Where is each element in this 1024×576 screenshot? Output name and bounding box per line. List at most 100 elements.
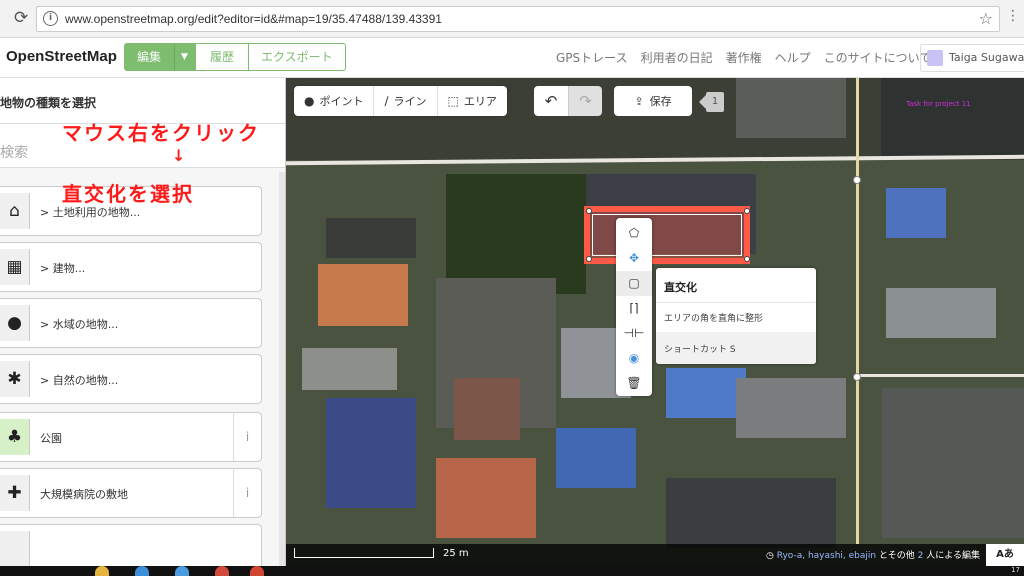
upload-icon: ⇪ — [634, 94, 644, 108]
tooltip-description: エリアの角を直角に整形 — [664, 314, 764, 324]
edit-button-group: 編集 ▼ 履歴 エクスポート — [124, 43, 346, 71]
about-link[interactable]: このサイトについて — [824, 49, 932, 66]
park-icon: ♣ — [0, 419, 30, 455]
move-icon[interactable]: ✥ — [616, 246, 652, 271]
export-button[interactable]: エクスポート — [248, 43, 346, 71]
task-label: Task for project 11 — [906, 100, 971, 108]
point-icon: ● — [304, 94, 315, 108]
clock-icon: ◷ — [766, 551, 777, 561]
area-icon: ⬚ — [447, 94, 459, 108]
reflect-short-icon[interactable]: ⊣⊢ — [616, 321, 652, 346]
info-icon[interactable]: i — [43, 11, 58, 26]
address-bar[interactable]: i www.openstreetmap.org/edit?editor=id&#… — [36, 6, 1000, 32]
edit-count-badge: 1 — [699, 92, 724, 112]
user-diaries-link[interactable]: 利用者の日記 — [641, 49, 713, 66]
tooltip-shortcut: ショートカット S — [664, 345, 736, 355]
preset-info-button[interactable]: i — [233, 413, 261, 461]
browser-toolbar: ⟳ i www.openstreetmap.org/edit?editor=id… — [0, 0, 1024, 38]
context-menu: ⬠ ✥ ▢ ⌈⌉ ⊣⊢ ◉ 🗑 — [616, 218, 652, 396]
contributors: ◷ Ryo-a, hayashi, ebajin とその他 2 人による編集 — [766, 548, 980, 561]
vertex[interactable] — [586, 256, 592, 262]
undo-button[interactable]: ↶ — [534, 86, 568, 116]
chrome-icon[interactable] — [215, 566, 229, 576]
history-button[interactable]: 履歴 — [194, 43, 249, 71]
help-link[interactable]: ヘルプ — [775, 49, 811, 66]
copyright-link[interactable]: 著作権 — [726, 49, 762, 66]
landuse-icon: ⌂ — [0, 193, 30, 229]
user-menu[interactable]: Taiga Sugawar — [920, 44, 1024, 72]
preset-info-button[interactable]: i — [233, 469, 261, 517]
delete-icon[interactable]: 🗑 — [616, 371, 652, 396]
language-indicator[interactable]: Aあ — [986, 544, 1024, 566]
preset-partial[interactable] — [0, 524, 262, 566]
os-taskbar: 17 — [0, 566, 1024, 576]
selected-building[interactable] — [584, 206, 750, 264]
gps-traces-link[interactable]: GPSトレース — [556, 49, 628, 66]
circularize-icon[interactable]: ⬠ — [616, 221, 652, 246]
tooltip-divider — [656, 302, 816, 303]
vertex[interactable] — [744, 208, 750, 214]
annotation-arrow: ↓ — [172, 146, 186, 165]
preset-natural[interactable]: ✱ > 自然の地物... — [0, 354, 262, 404]
ie-icon[interactable] — [135, 566, 149, 576]
tooltip-title: 直交化 — [664, 281, 697, 294]
map-canvas[interactable]: ● ポイント ∕ ライン ⬚ エリア ↶ ↷ ⇪ 保存 1 Task for proj… — [286, 78, 1024, 566]
header-links: GPSトレース 利用者の日記 著作権 ヘルプ このサイトについて — [556, 49, 931, 66]
edit-button[interactable]: 編集 — [124, 43, 175, 71]
site-logo[interactable]: OpenStreetMap — [6, 48, 117, 65]
preset-label: > 水域の地物... — [40, 318, 119, 331]
vertex[interactable] — [744, 256, 750, 262]
draw-toolbar: ● ポイント ∕ ライン ⬚ エリア — [294, 86, 507, 116]
line-icon: ∕ — [384, 94, 389, 108]
add-area-button[interactable]: ⬚ エリア — [438, 86, 507, 116]
user-name: Taiga Sugawar — [949, 51, 1024, 64]
preset-icon — [0, 531, 30, 566]
water-icon: ● — [0, 305, 30, 341]
reflect-long-icon[interactable]: ⌈⌉ — [616, 296, 652, 321]
reload-icon[interactable]: ⟳ — [14, 8, 28, 28]
rotate-icon[interactable]: ◉ — [616, 346, 652, 371]
scale-bar — [294, 548, 434, 558]
others-suffix: 人による編集 — [926, 551, 980, 561]
redo-button[interactable]: ↷ — [568, 86, 602, 116]
add-line-button[interactable]: ∕ ライン — [374, 86, 438, 116]
bookmark-star-icon[interactable]: ☆ — [979, 9, 993, 28]
preset-hospital[interactable]: ✚ 大規模病院の敷地 i — [0, 468, 262, 518]
sidebar-scrollbar[interactable] — [279, 172, 285, 566]
orthogonalize-icon[interactable]: ▢ — [616, 271, 652, 296]
selection-outline — [592, 214, 742, 256]
explorer-icon[interactable] — [95, 566, 109, 576]
annotation-right-click: マウス右をクリック — [62, 121, 260, 145]
sidebar: 地物の種類を選択 検索 ⌂ > 土地利用の地物... ▦ > 建物... ● >… — [0, 78, 286, 566]
taskbar-clock: 17 — [1011, 566, 1020, 574]
orthogonalize-tooltip: 直交化 エリアの角を直角に整形 ショートカット S — [656, 268, 816, 364]
save-button[interactable]: ⇪ 保存 — [614, 86, 692, 116]
others-prefix: とその他 — [879, 551, 915, 561]
add-point-button[interactable]: ● ポイント — [294, 86, 375, 116]
contributor-names[interactable]: Ryo-a, hayashi, ebajin — [777, 551, 876, 561]
preset-water[interactable]: ● > 水域の地物... — [0, 298, 262, 348]
preset-label: > 自然の地物... — [40, 374, 119, 387]
nature-icon: ✱ — [0, 361, 30, 397]
edit-dropdown-icon[interactable]: ▼ — [174, 43, 195, 71]
browser-icon[interactable] — [175, 566, 189, 576]
sidebar-title: 地物の種類を選択 — [0, 96, 97, 110]
map-footer: 25 m ◷ Ryo-a, hayashi, ebajin とその他 2 人によ… — [286, 544, 1024, 566]
scale-label: 25 m — [443, 548, 469, 559]
preset-label: > 建物... — [40, 262, 86, 275]
avatar — [927, 50, 943, 66]
building-icon: ▦ — [0, 249, 30, 285]
osm-header: OpenStreetMap 編集 ▼ 履歴 エクスポート GPSトレース 利用者… — [0, 38, 1024, 78]
hospital-icon: ✚ — [0, 475, 30, 511]
preset-label: 公園 — [40, 432, 62, 445]
preset-park[interactable]: ♣ 公園 i — [0, 412, 262, 462]
search-placeholder: 検索 — [0, 145, 28, 161]
others-count[interactable]: 2 — [918, 551, 924, 561]
preset-label: 大規模病院の敷地 — [40, 488, 128, 501]
preset-building[interactable]: ▦ > 建物... — [0, 242, 262, 292]
powerpoint-icon[interactable] — [250, 566, 264, 576]
vertex[interactable] — [586, 208, 592, 214]
browser-menu-icon[interactable]: ⋮ — [1006, 8, 1020, 24]
annotation-select-orthogonalize: 直交化を選択 — [62, 182, 194, 206]
url-text[interactable]: www.openstreetmap.org/edit?editor=id&#ma… — [65, 12, 442, 26]
